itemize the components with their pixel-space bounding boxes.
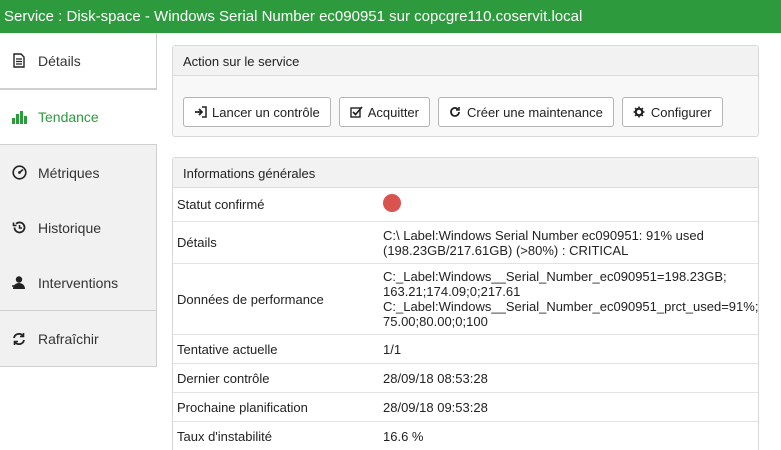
run-check-button[interactable]: Lancer un contrôle xyxy=(183,97,331,127)
last-check-label: Dernier contrôle xyxy=(177,370,270,386)
create-maintenance-button[interactable]: Créer une maintenance xyxy=(438,97,614,127)
sidebar-item-metriques[interactable]: Métriques xyxy=(0,145,157,201)
sidebar: Détails Tendance Métriques Historique In… xyxy=(0,33,157,450)
bar-chart-icon xyxy=(10,109,28,125)
status-row: Statut confirmé xyxy=(173,188,758,222)
details-line: (198.23GB/217.61GB) (>80%) : CRITICAL xyxy=(383,242,629,258)
details-line: C:\ Label:Windows Serial Number ec090951… xyxy=(383,227,704,243)
perf-line: C:_Label:Windows__Serial_Number_ec090951… xyxy=(383,299,759,314)
gauge-icon xyxy=(10,165,28,181)
details-row: Détails C:\ Label:Windows Serial Number … xyxy=(173,222,758,264)
document-icon xyxy=(10,53,28,69)
sidebar-item-label: Rafraîchir xyxy=(38,330,99,347)
user-icon xyxy=(10,275,28,291)
sidebar-item-label: Métriques xyxy=(38,164,100,181)
acknowledge-button[interactable]: Acquitter xyxy=(338,97,430,127)
attempt-row: Tentative actuelle 1/1 xyxy=(173,335,758,364)
sidebar-item-tendance[interactable]: Tendance xyxy=(0,89,157,145)
next-check-row: Prochaine planification 28/09/18 09:53:2… xyxy=(173,393,758,422)
checkbox-icon xyxy=(349,106,363,119)
sidebar-item-label: Interventions xyxy=(38,274,119,291)
sidebar-item-details[interactable]: Détails xyxy=(0,33,157,89)
next-check-value: 28/09/18 09:53:28 xyxy=(383,399,488,415)
next-check-label: Prochaine planification xyxy=(177,399,308,415)
flap-row: Taux d'instabilité 16.6 % xyxy=(173,422,758,450)
info-panel: Informations générales Statut confirmé D… xyxy=(172,157,759,450)
sign-in-icon xyxy=(194,106,207,119)
perf-row: Données de performance C:_Label:Windows_… xyxy=(173,264,758,335)
perf-label: Données de performance xyxy=(177,291,324,307)
sidebar-item-rafraichir[interactable]: Rafraîchir xyxy=(0,311,157,367)
attempt-value: 1/1 xyxy=(383,341,402,357)
sidebar-item-historique[interactable]: Historique xyxy=(0,200,157,256)
sidebar-item-label: Historique xyxy=(38,219,102,236)
flap-label: Taux d'instabilité xyxy=(177,428,272,444)
details-label: Détails xyxy=(177,235,217,250)
last-check-row: Dernier contrôle 28/09/18 08:53:28 xyxy=(173,364,758,393)
info-panel-title: Informations générales xyxy=(173,158,758,188)
sidebar-item-label: Détails xyxy=(38,52,81,69)
sidebar-item-label: Tendance xyxy=(38,109,99,125)
perf-line: 75.00;80.00;0;100 xyxy=(383,314,488,329)
run-check-label: Lancer un contrôle xyxy=(212,104,320,120)
create-maintenance-label: Créer une maintenance xyxy=(467,104,603,120)
configure-label: Configurer xyxy=(650,104,712,120)
status-indicator xyxy=(383,194,401,212)
action-panel: Action sur le service Lancer un contrôle… xyxy=(172,45,759,137)
last-check-value: 28/09/18 08:53:28 xyxy=(383,370,488,386)
configure-button[interactable]: Configurer xyxy=(621,97,723,127)
flap-value: 16.6 % xyxy=(383,428,424,444)
attempt-label: Tentative actuelle xyxy=(177,341,278,357)
refresh-icon xyxy=(10,331,28,347)
acknowledge-label: Acquitter xyxy=(367,104,419,120)
perf-value: C:_Label:Windows__Serial_Number_ec090951… xyxy=(383,269,762,329)
gear-icon xyxy=(633,106,646,119)
window-title: Service : Disk-space - Windows Serial Nu… xyxy=(0,0,781,33)
perf-line: C:_Label:Windows__Serial_Number_ec090951… xyxy=(383,269,727,284)
sidebar-item-interventions[interactable]: Interventions xyxy=(0,255,157,311)
action-panel-title: Action sur le service xyxy=(173,46,758,76)
perf-line: 163.21;174.09;0;217.61 xyxy=(383,284,521,299)
refresh-icon xyxy=(449,106,462,119)
details-value: C:\ Label:Windows Serial Number ec090951… xyxy=(383,228,758,258)
status-label: Statut confirmé xyxy=(177,197,265,212)
history-icon xyxy=(10,220,28,236)
